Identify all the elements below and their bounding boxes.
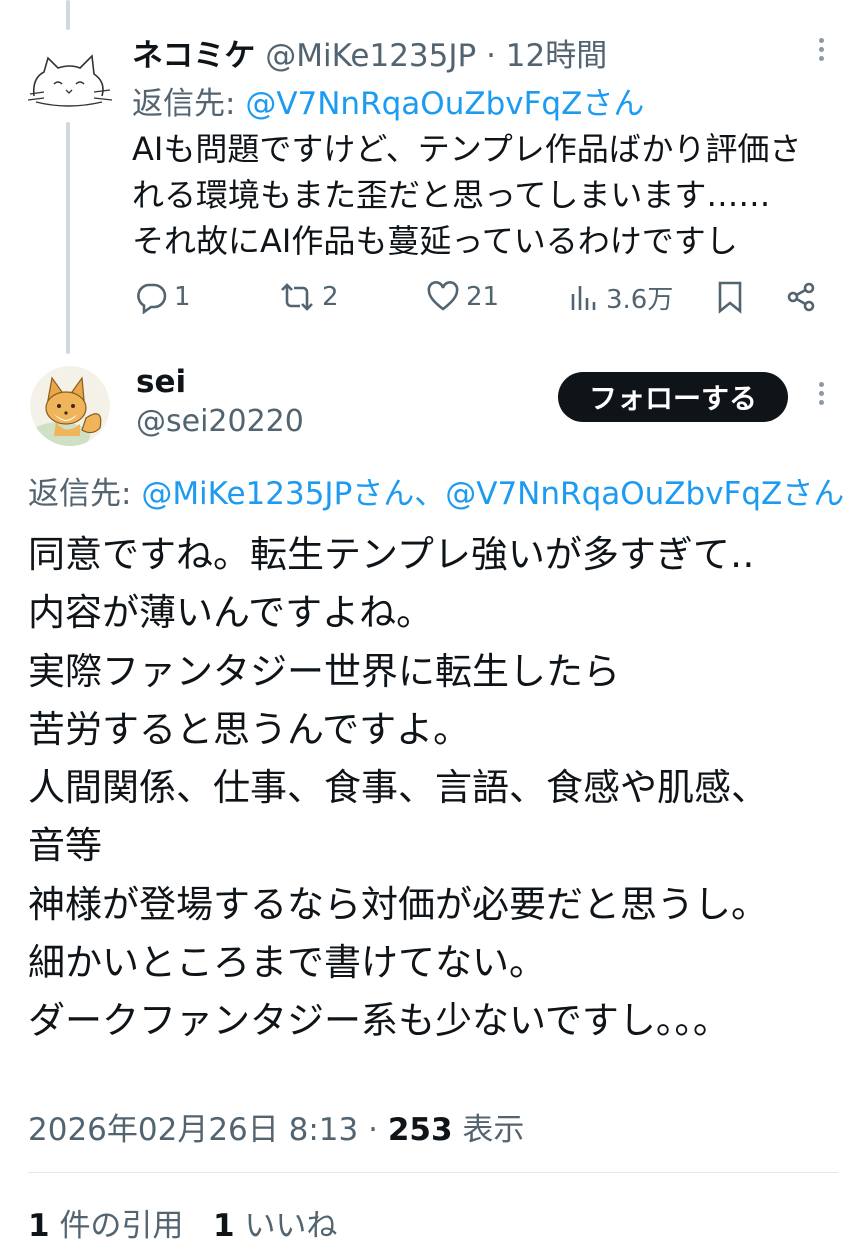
cat-avatar-icon [27,54,113,107]
more-options-button[interactable] [815,38,827,68]
share-button[interactable] [784,276,818,318]
post-text-line: ダークファンタジー系も少ないですし。。。 [28,999,730,1043]
reply-icon [137,283,167,314]
divider [28,1172,838,1173]
post-text-line: 神様が登場するなら対価が必要だと思うし。 [28,882,768,926]
share-icon [787,282,815,312]
post-text-line: 内容が薄いんですよね。 [28,591,434,635]
post2-body: 同意ですね。転生テンプレ強いが多すぎて‥ 内容が薄いんですよね。 実際ファンタジ… [28,526,858,1051]
views-button[interactable]: 3.6万 [568,276,673,318]
post-text-line: 苦労すると思うんですよ。 [28,707,471,751]
views-label: 表示 [462,1112,525,1148]
fox-avatar-icon [30,366,110,446]
reply-prefix: 返信先: [132,86,236,122]
avatar[interactable] [30,366,110,446]
post-text-line: 細かいところまで書けてない。 [28,941,546,985]
reply-mention-link[interactable]: @V7NnRqaOuZbvFqZさん [245,86,644,122]
repost-icon [281,283,313,311]
post-text-line: 音等 [28,824,102,868]
more-options-button[interactable] [815,382,827,412]
bookmark-icon [718,281,742,314]
reply-to-line: 返信先: @MiKe1235JPさん、@V7NnRqaOuZbvFqZさん [28,468,844,513]
display-name[interactable]: ネコミケ [132,38,255,74]
quote-label: 件の引用 [59,1208,184,1244]
separator-dot: · [368,1112,378,1148]
likes-link[interactable]: 1 いいね [213,1208,337,1244]
post-time[interactable]: 12時間 [506,38,607,74]
more-dots-icon [818,38,824,43]
post-text-line: 人間関係、仕事、食事、言語、食感や肌感、 [28,766,768,810]
separator-dot: · [486,38,496,74]
quotes-link[interactable]: 1 件の引用 [28,1208,183,1244]
post1-header: ネコミケ @MiKe1235JP · 12時間 [132,30,607,75]
avatar[interactable] [22,44,114,114]
heart-icon [427,281,459,311]
reply-to-line: 返信先: @V7NnRqaOuZbvFqZさん [132,78,644,123]
post-text-line: それ故にAI作品も蔓延っているわけですし [132,222,738,260]
repost-count: 2 [322,282,339,312]
quote-count: 1 [28,1208,50,1244]
repost-button[interactable]: 2 [278,276,339,318]
engagement-stats: 1 件の引用 1 いいね [28,1200,337,1245]
bookmark-button[interactable] [714,276,746,318]
like-label: いいね [244,1208,338,1244]
thread-line-top [66,0,70,30]
post-text-line: AIも問題ですけど、テンプレ作品ばかり評価さ [132,130,802,168]
reply-button[interactable]: 1 [134,276,191,318]
follow-button[interactable]: フォローする [558,372,788,422]
handle[interactable]: @MiKe1235JP [265,38,476,74]
like-count: 1 [213,1208,235,1244]
views-count: 3.6万 [606,284,674,315]
views-number: 253 [387,1112,453,1148]
handle[interactable]: @sei20220 [136,404,304,439]
reply-prefix: 返信先: [28,476,132,512]
post-text-line: 実際ファンタジー世界に転生したら [28,649,620,693]
reply-mention-link[interactable]: @MiKe1235JPさん、@V7NnRqaOuZbvFqZさん [141,476,844,512]
reply-count: 1 [174,282,191,312]
more-dots-icon [818,382,824,387]
post-timestamp[interactable]: 2026年02月26日 8:13 [28,1112,358,1148]
like-count: 21 [466,282,500,312]
post1-body: AIも問題ですけど、テンプレ作品ばかり評価さ れる環境もまた歪だと思ってしまいま… [132,126,852,264]
post-text-line: 同意ですね。転生テンプレ強いが多すぎて‥ [28,533,755,576]
display-name[interactable]: sei [136,364,186,400]
post-meta: 2026年02月26日 8:13 · 253 表示 [28,1104,524,1149]
thread-line-bottom [66,122,70,354]
post1-action-bar: 1 2 21 3.6万 [132,276,832,318]
like-button[interactable]: 21 [426,276,499,318]
analytics-icon [571,286,596,310]
post-text-line: れる環境もまた歪だと思ってしまいます…… [132,176,771,214]
